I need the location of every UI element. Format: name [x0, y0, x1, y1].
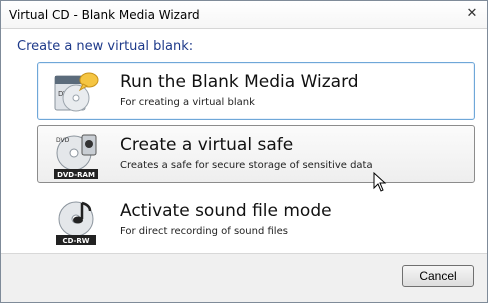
page-heading: Create a new virtual blank:	[17, 39, 194, 54]
option-run-wizard[interactable]: DVD Run the Blank Media Wizard For creat…	[37, 62, 475, 120]
option-virtual-safe[interactable]: DVD DVD-RAM Create a virtual safe Create…	[37, 125, 475, 183]
cancel-button[interactable]: Cancel	[402, 265, 474, 287]
option-label: Run the Blank Media Wizard	[120, 72, 359, 92]
close-icon[interactable]: ✕	[463, 6, 481, 22]
option-label: Create a virtual safe	[120, 135, 294, 155]
cd-rw-sound-icon: CD-RW	[56, 201, 96, 245]
svg-text:DVD: DVD	[56, 137, 70, 144]
badge-label: DVD-RAM	[57, 171, 95, 179]
dvd-wizard-icon: DVD	[54, 72, 99, 112]
option-label: Activate sound file mode	[120, 201, 332, 221]
dvd-ram-safe-icon: DVD DVD-RAM	[54, 134, 98, 179]
window-title: Virtual CD - Blank Media Wizard	[9, 8, 200, 22]
option-sound-mode[interactable]: CD-RW Activate sound file mode For direc…	[37, 191, 475, 249]
option-description: For creating a virtual blank	[120, 97, 255, 108]
option-description: For direct recording of sound files	[120, 226, 288, 237]
option-description: Creates a safe for secure storage of sen…	[120, 160, 373, 171]
badge-label: CD-RW	[62, 237, 89, 245]
mouse-cursor-icon	[373, 172, 387, 192]
title-bar[interactable]: Virtual CD - Blank Media Wizard ✕	[1, 1, 487, 29]
wizard-window: Virtual CD - Blank Media Wizard ✕ Create…	[0, 0, 488, 303]
